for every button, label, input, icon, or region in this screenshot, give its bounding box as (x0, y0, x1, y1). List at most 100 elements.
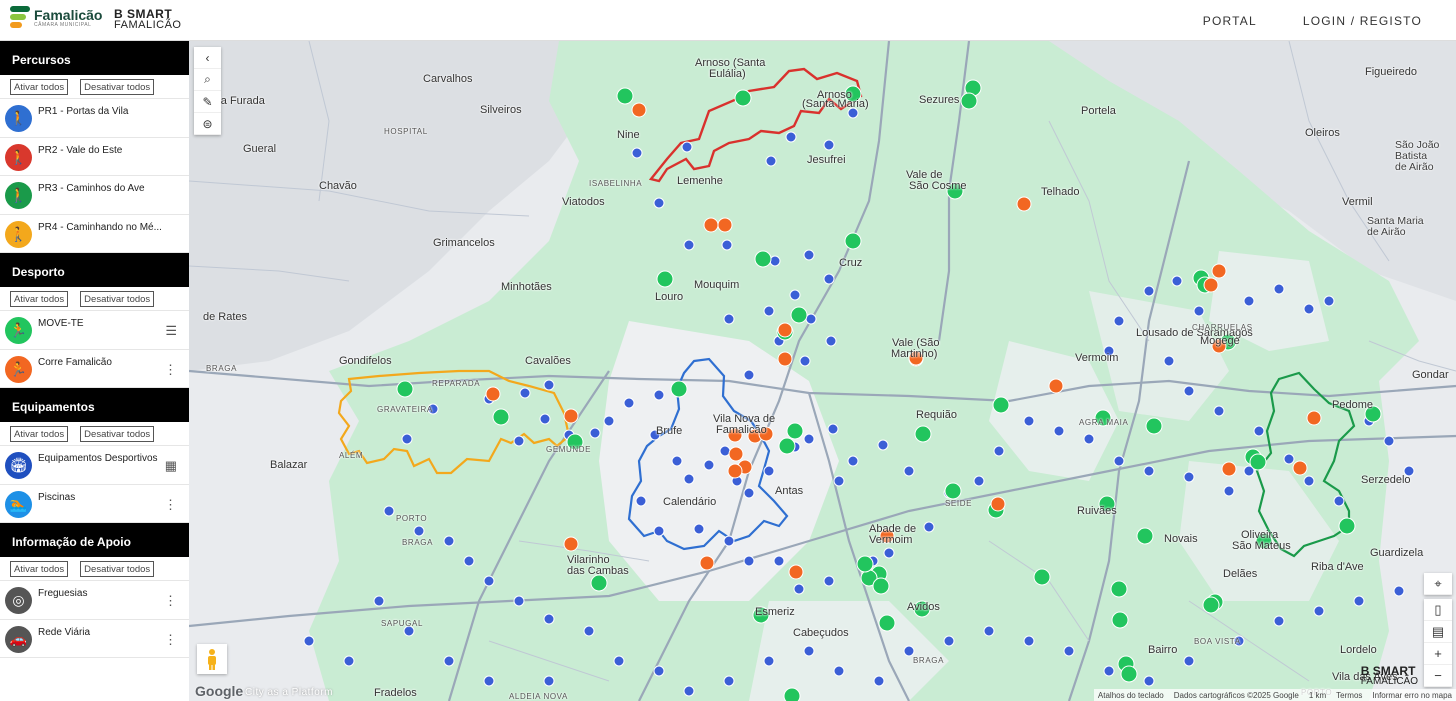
equipment-marker[interactable] (743, 369, 755, 381)
equipment-marker[interactable] (805, 313, 817, 325)
equipment-marker[interactable] (635, 495, 647, 507)
equipment-marker[interactable] (653, 525, 665, 537)
corre-marker[interactable] (1048, 378, 1064, 394)
corre-marker[interactable] (777, 322, 793, 338)
equipment-marker[interactable] (683, 685, 695, 697)
equipment-marker[interactable] (803, 249, 815, 261)
terms-link[interactable]: Termos (1336, 691, 1362, 700)
my-location-icon[interactable]: ⌖ (1424, 573, 1452, 595)
layer-item[interactable]: 🚶 PR3 - Caminhos do Ave (0, 176, 189, 215)
nav-login[interactable]: LOGIN / REGISTO (1303, 14, 1422, 28)
layer-item[interactable]: 🚶 PR4 - Caminhando no Mé... (0, 215, 189, 253)
equipment-marker[interactable] (993, 445, 1005, 457)
layer-item[interactable]: 🏃 MOVE-TE ☰ (0, 311, 189, 350)
famalicao-logo[interactable]: Famalicão CÂMARA MUNICIPAL (10, 6, 102, 30)
moveto-marker[interactable] (1249, 453, 1267, 471)
equipment-marker[interactable] (373, 595, 385, 607)
equipment-marker[interactable] (943, 635, 955, 647)
layer-item[interactable]: 🚶 PR1 - Portas da Vila (0, 99, 189, 138)
corre-marker[interactable] (1306, 410, 1322, 426)
equipment-marker[interactable] (833, 475, 845, 487)
equipment-marker[interactable] (683, 473, 695, 485)
equipment-marker[interactable] (683, 239, 695, 251)
equipment-marker[interactable] (1393, 585, 1405, 597)
equipment-marker[interactable] (823, 575, 835, 587)
moveto-marker[interactable] (616, 87, 634, 105)
corre-marker[interactable] (788, 564, 804, 580)
equipment-marker[interactable] (603, 415, 615, 427)
equipment-marker[interactable] (401, 433, 413, 445)
corre-marker[interactable] (728, 446, 744, 462)
equipment-marker[interactable] (827, 423, 839, 435)
equipment-marker[interactable] (613, 655, 625, 667)
equipment-marker[interactable] (769, 255, 781, 267)
corre-marker[interactable] (1292, 460, 1308, 476)
equipment-marker[interactable] (303, 635, 315, 647)
corre-marker[interactable] (699, 555, 715, 571)
equipment-marker[interactable] (903, 465, 915, 477)
equipment-marker[interactable] (765, 155, 777, 167)
corre-marker[interactable] (703, 217, 719, 233)
equipment-marker[interactable] (763, 655, 775, 667)
moveto-marker[interactable] (734, 89, 752, 107)
activate-all-button[interactable]: Ativar todos (10, 79, 69, 95)
moveto-marker[interactable] (960, 92, 978, 110)
moveto-marker[interactable] (492, 408, 510, 426)
equipment-marker[interactable] (463, 555, 475, 567)
equipment-marker[interactable] (543, 675, 555, 687)
equipment-marker[interactable] (883, 547, 895, 559)
layer-item[interactable]: 🏃 Corre Famalicão ⋮ (0, 350, 189, 388)
deactivate-all-button[interactable]: Desativar todos (80, 291, 155, 307)
moveto-marker[interactable] (396, 380, 414, 398)
moveto-marker[interactable] (844, 232, 862, 250)
more-icon[interactable]: ⋮ (164, 497, 177, 513)
moveto-marker[interactable] (992, 396, 1010, 414)
equipment-marker[interactable] (823, 139, 835, 151)
moveto-marker[interactable] (1136, 527, 1154, 545)
equipment-marker[interactable] (653, 665, 665, 677)
layer-item[interactable]: 🏟 Equipamentos Desportivos ▦ (0, 446, 189, 485)
my-location-control[interactable]: ⌖ (1424, 573, 1452, 595)
equipment-marker[interactable] (1303, 475, 1315, 487)
moveto-marker[interactable] (1120, 665, 1138, 683)
equipment-marker[interactable] (823, 273, 835, 285)
corre-marker[interactable] (727, 463, 743, 479)
moveto-marker[interactable] (754, 250, 772, 268)
equipment-marker[interactable] (825, 335, 837, 347)
layer-item[interactable]: 🏊 Piscinas ⋮ (0, 485, 189, 523)
equipment-marker[interactable] (789, 289, 801, 301)
equipment-marker[interactable] (1023, 635, 1035, 647)
equipment-marker[interactable] (583, 625, 595, 637)
equipment-marker[interactable] (343, 655, 355, 667)
equipment-marker[interactable] (723, 313, 735, 325)
moveto-marker[interactable] (783, 687, 801, 701)
equipment-marker[interactable] (1103, 665, 1115, 677)
equipment-marker[interactable] (1053, 425, 1065, 437)
keyboard-shortcuts-link[interactable]: Atalhos do teclado (1098, 691, 1164, 700)
equipment-marker[interactable] (1243, 295, 1255, 307)
equipment-marker[interactable] (1303, 303, 1315, 315)
equipment-marker[interactable] (703, 459, 715, 471)
equipment-marker[interactable] (1143, 285, 1155, 297)
equipment-marker[interactable] (1353, 595, 1365, 607)
equipment-marker[interactable] (513, 435, 525, 447)
more-icon[interactable]: ⋮ (164, 632, 177, 648)
equipment-marker[interactable] (653, 197, 665, 209)
equipment-marker[interactable] (1163, 355, 1175, 367)
equipment-marker[interactable] (623, 397, 635, 409)
equipment-marker[interactable] (1283, 453, 1295, 465)
equipment-marker[interactable] (1253, 425, 1265, 437)
corre-marker[interactable] (485, 386, 501, 402)
zoom-in-button[interactable]: + (1424, 643, 1452, 665)
equipment-marker[interactable] (519, 387, 531, 399)
equipment-marker[interactable] (743, 487, 755, 499)
equipment-marker[interactable] (1171, 275, 1183, 287)
equipment-marker[interactable] (483, 575, 495, 587)
corre-marker[interactable] (777, 351, 793, 367)
moveto-marker[interactable] (1111, 611, 1129, 629)
equipment-marker[interactable] (543, 379, 555, 391)
equipment-marker[interactable] (443, 655, 455, 667)
equipment-marker[interactable] (785, 131, 797, 143)
street-view-pegman-icon[interactable] (197, 644, 227, 674)
moveto-marker[interactable] (878, 614, 896, 632)
